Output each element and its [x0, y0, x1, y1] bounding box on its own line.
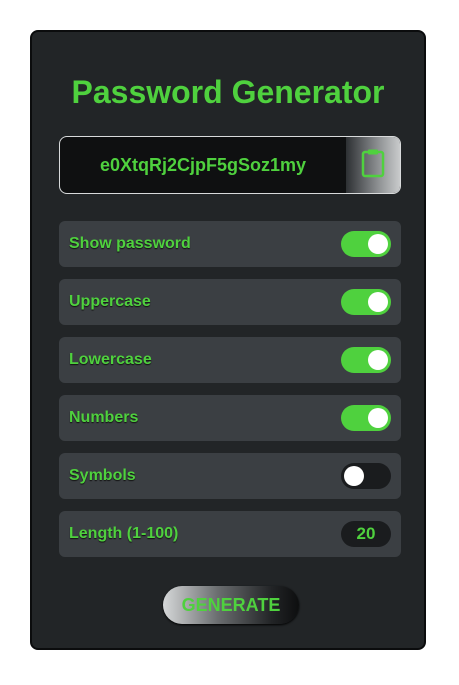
- clipboard-icon: [361, 148, 385, 183]
- option-label: Show password: [69, 235, 191, 252]
- toggle-knob: [368, 408, 388, 428]
- toggle-knob: [368, 234, 388, 254]
- option-row-uppercase: Uppercase: [59, 279, 401, 325]
- length-row: Length (1-100) 20: [59, 511, 401, 557]
- option-row-numbers: Numbers: [59, 395, 401, 441]
- password-text[interactable]: e0XtqRj2CjpF5gSoz1my: [60, 137, 346, 193]
- toggle-symbols[interactable]: [341, 463, 391, 489]
- option-row-symbols: Symbols: [59, 453, 401, 499]
- option-label: Lowercase: [69, 351, 152, 368]
- toggle-knob: [368, 292, 388, 312]
- page-title: Password Generator: [71, 74, 385, 110]
- toggle-knob: [344, 466, 364, 486]
- toggle-uppercase[interactable]: [341, 289, 391, 315]
- option-label: Symbols: [69, 467, 136, 484]
- password-generator-card: Password Generator e0XtqRj2CjpF5gSoz1my …: [30, 30, 426, 650]
- toggle-lowercase[interactable]: [341, 347, 391, 373]
- option-row-show-password: Show password: [59, 221, 401, 267]
- toggle-show-password[interactable]: [341, 231, 391, 257]
- toggle-numbers[interactable]: [341, 405, 391, 431]
- password-display: e0XtqRj2CjpF5gSoz1my: [59, 136, 401, 194]
- option-label: Uppercase: [69, 293, 151, 310]
- copy-button[interactable]: [346, 137, 400, 193]
- toggle-knob: [368, 350, 388, 370]
- option-row-lowercase: Lowercase: [59, 337, 401, 383]
- option-label: Numbers: [69, 409, 139, 426]
- length-input[interactable]: 20: [341, 521, 391, 547]
- length-label: Length (1-100): [69, 525, 179, 542]
- generate-button[interactable]: GENERATE: [163, 586, 299, 624]
